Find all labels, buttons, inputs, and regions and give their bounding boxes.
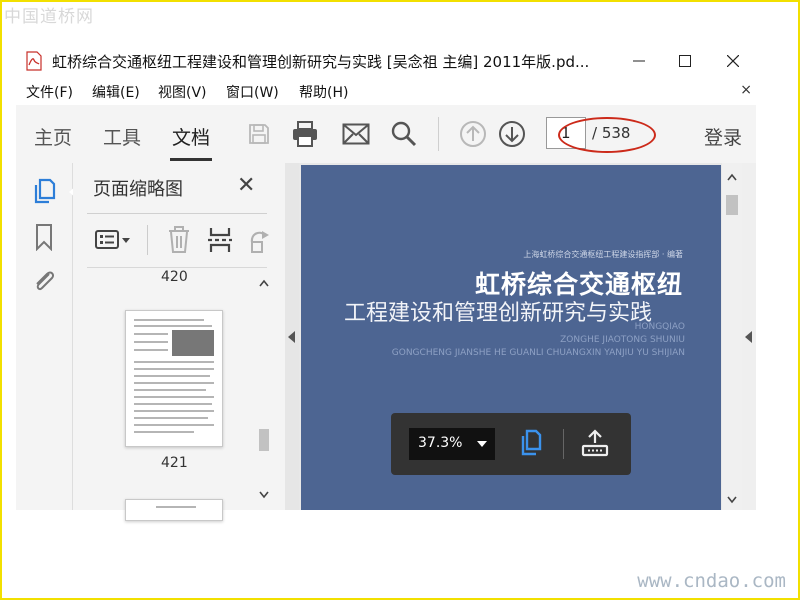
email-button[interactable] [341,119,371,149]
close-window-button[interactable] [710,44,756,78]
cover-title-line2: 工程建设和管理创新研究与实践 [344,301,653,326]
thumb-text-line [134,368,214,370]
minimize-button[interactable] [616,44,662,78]
thumb-text-line [134,417,208,419]
chevron-down-icon [477,441,487,447]
floating-toolbar-divider [563,429,564,459]
thumb-text-line [134,349,168,351]
menu-view[interactable]: 视图(V) [158,82,207,102]
thumb-text-line [134,431,194,433]
share-upload-icon[interactable] [581,429,609,459]
tab-document[interactable]: 文档 [172,123,210,150]
doc-scroll-down-icon[interactable] [727,496,737,504]
page-view-icon[interactable] [517,428,545,458]
right-panel-toggle[interactable] [742,163,756,510]
maximize-button[interactable] [662,44,708,78]
attachment-icon[interactable] [30,267,58,295]
bookmark-icon[interactable] [30,223,58,251]
minimize-icon [633,60,645,62]
print-button[interactable] [290,119,320,149]
panel-toolbar [87,221,269,259]
page-down-icon [499,121,525,147]
close-panel-button[interactable]: ✕ [237,173,255,198]
close-icon [727,55,739,67]
cover-pinyin-line3: GONGCHENG JIANSHE HE GUANLI CHUANGXIN YA… [391,348,685,358]
cover-pinyin-line1: HONGQIAO [634,322,685,332]
panel-tool-divider [147,225,148,255]
thumb-text-line [134,382,214,384]
page-thumbnail-422[interactable] [125,499,223,521]
print-icon [293,121,317,147]
tab-home[interactable]: 主页 [34,123,72,150]
cover-pinyin-line2: ZONGHE JIAOTONG SHUNIU [560,335,685,345]
next-page-button[interactable] [497,119,527,149]
thumb-text-line [134,361,214,363]
thumb-text-line [134,403,212,405]
search-button[interactable] [389,119,419,149]
panel-divider [87,213,267,214]
thumbnail-label-421: 421 [161,455,188,471]
scroll-up-arrow-icon[interactable] [259,279,269,287]
red-annotation-ellipse [558,117,656,153]
thumb-text-line [134,319,204,321]
document-scrollbar[interactable] [722,163,742,510]
watermark-top: 中国道桥网 [4,7,94,27]
thumb-text-line [134,333,168,335]
panel-splitter[interactable] [285,163,299,510]
thumb-text-line [134,410,214,412]
toolbar-divider [438,117,439,151]
thumb-text-line [134,424,214,426]
scroll-thumb[interactable] [259,429,269,451]
thumb-text-line [134,375,210,377]
delete-icon[interactable] [167,226,191,254]
login-button[interactable]: 登录 [704,123,742,150]
thumb-text-line [134,389,206,391]
search-icon [391,121,417,147]
window-title: 虹桥综合交通枢纽工程建设和管理创新研究与实践 [吴念祖 主编] 2011年版.p… [52,53,590,71]
page-up-icon [460,121,486,147]
thumb-text-line [156,506,196,508]
document-view[interactable]: 上海虹桥综合交通枢纽工程建设指挥部 · 编著 虹桥综合交通枢纽 工程建设和管理创… [299,163,756,510]
thumb-text-line [134,396,214,398]
active-tab-indicator [170,158,212,161]
thumbnail-scrollbar[interactable] [255,273,273,505]
page-thumbnail-panel: 页面缩略图 ✕ 420 421 [73,163,285,521]
extract-icon[interactable] [207,226,233,254]
email-icon [342,123,370,145]
zoom-value: 37.3% [418,435,463,451]
menu-help[interactable]: 帮助(H) [299,82,348,102]
tab-tools[interactable]: 工具 [103,123,141,150]
window-titlebar: 虹桥综合交通枢纽工程建设和管理创新研究与实践 [吴念祖 主编] 2011年版.p… [16,44,766,78]
zoom-dropdown[interactable]: 37.3% [409,428,495,460]
rotate-icon[interactable] [247,227,269,253]
collapse-left-arrow-icon[interactable] [288,331,295,343]
menu-edit[interactable]: 编辑(E) [92,82,140,102]
save-icon [249,124,269,144]
save-button[interactable] [244,119,274,149]
thumb-photo [172,330,214,356]
panel-divider-lower [87,267,267,268]
thumbnail-label-420: 420 [161,269,188,285]
doc-scroll-up-icon[interactable] [727,173,737,181]
menu-window[interactable]: 窗口(W) [226,82,279,102]
thumb-text-line [134,325,212,327]
doc-scroll-thumb[interactable] [726,195,738,215]
cover-publisher: 上海虹桥综合交通枢纽工程建设指挥部 · 编著 [523,250,683,259]
maximize-icon [679,55,691,67]
thumb-text-line [134,341,168,343]
previous-page-button[interactable] [458,119,488,149]
scroll-down-arrow-icon[interactable] [259,491,269,499]
page-thumbnail-421[interactable] [125,310,223,447]
watermark-bottom: www.cndao.com [637,570,786,592]
menu-bar: 文件(F) 编辑(E) 视图(V) 窗口(W) 帮助(H) × [16,80,756,104]
left-navigation-rail [16,163,77,510]
floating-toolbar: 37.3% [391,413,631,475]
expand-right-panel-icon[interactable] [745,331,752,343]
pdf-file-icon [26,51,42,71]
page-thumbnails-icon[interactable] [30,177,58,205]
menu-file[interactable]: 文件(F) [26,82,73,102]
options-menu-icon[interactable] [95,229,133,251]
panel-title: 页面缩略图 [93,179,183,200]
close-document-button[interactable]: × [740,82,752,98]
